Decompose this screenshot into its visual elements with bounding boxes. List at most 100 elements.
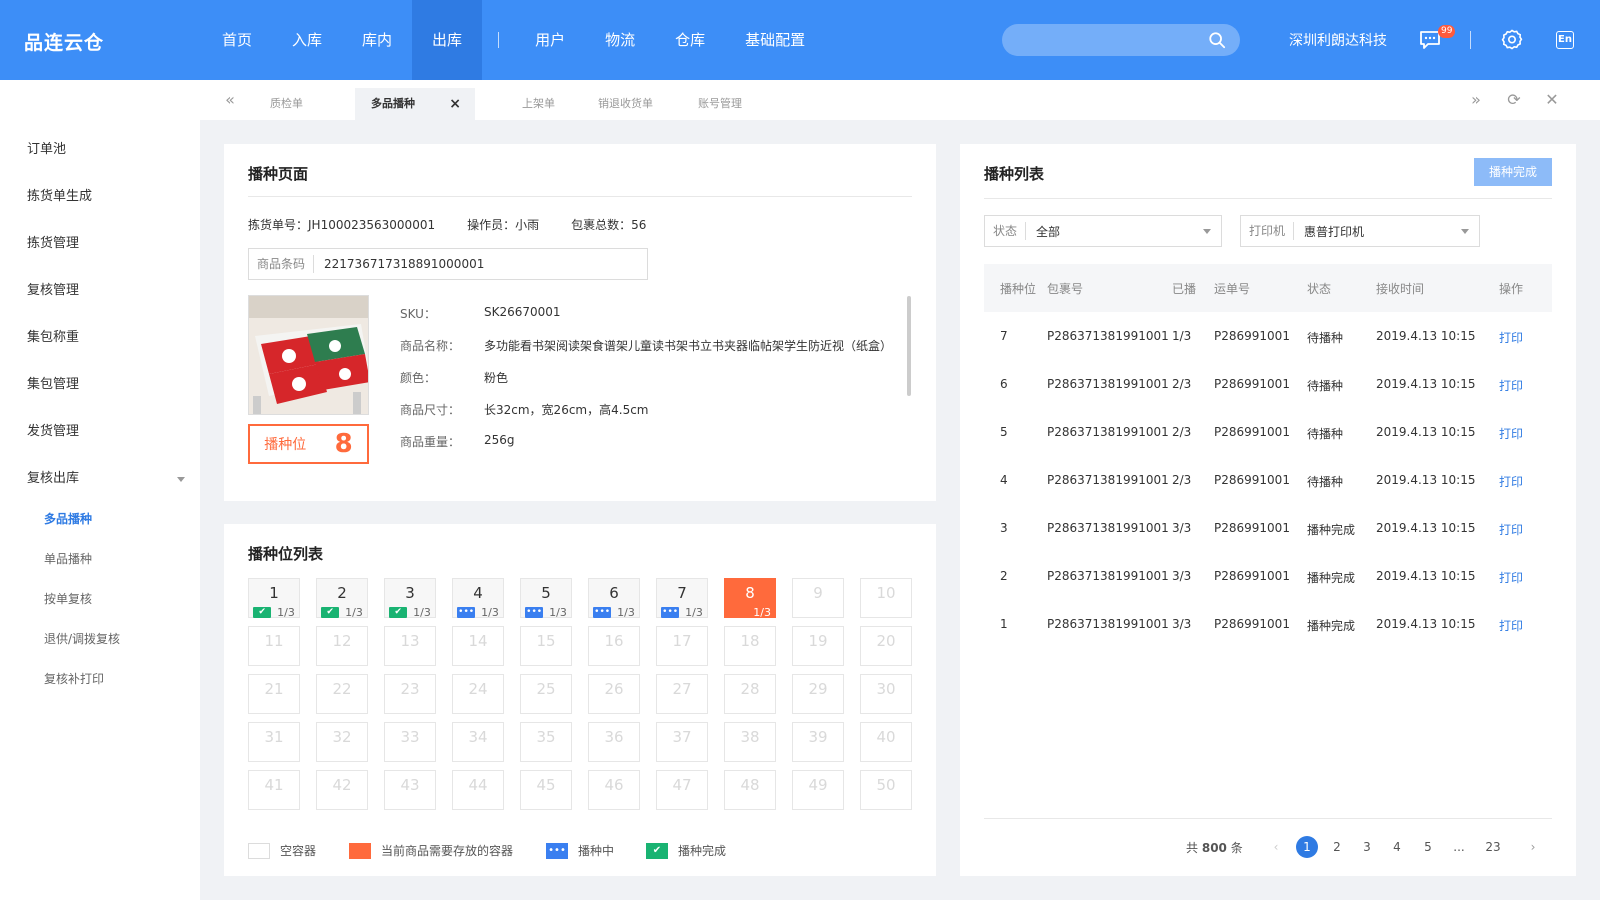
- slot-cell-empty[interactable]: 32: [316, 722, 368, 762]
- search-icon[interactable]: [1208, 31, 1226, 49]
- slot-cell-empty[interactable]: 50: [860, 770, 912, 810]
- slot-cell-empty[interactable]: 18: [724, 626, 776, 666]
- slot-cell-empty[interactable]: 39: [792, 722, 844, 762]
- nav-item-users[interactable]: 用户: [515, 0, 585, 80]
- pager-page[interactable]: 1: [1296, 836, 1318, 858]
- slot-cell-empty[interactable]: 44: [452, 770, 504, 810]
- sidebar-item-pick-manage[interactable]: 拣货管理: [27, 232, 79, 251]
- slot-cell-empty[interactable]: 34: [452, 722, 504, 762]
- slot-cell-empty[interactable]: 33: [384, 722, 436, 762]
- slot-cell-empty[interactable]: 15: [520, 626, 572, 666]
- slot-cell-doing[interactable]: 7 ••• 1/3: [656, 578, 708, 619]
- gear-icon[interactable]: [1501, 29, 1523, 51]
- slot-cell-empty[interactable]: 29: [792, 674, 844, 714]
- nav-item-config[interactable]: 基础配置: [725, 0, 825, 80]
- double-chevron-left-icon[interactable]: «: [220, 90, 240, 110]
- slot-cell-empty[interactable]: 31: [248, 722, 300, 762]
- sidebar-sub-order-review[interactable]: 按单复核: [44, 590, 92, 607]
- pager-page[interactable]: 5: [1417, 836, 1439, 858]
- slot-cell-empty[interactable]: 45: [520, 770, 572, 810]
- sidebar-item-review-outbound[interactable]: 复核出库: [27, 467, 79, 486]
- slot-cell-empty[interactable]: 9: [792, 578, 844, 618]
- print-link[interactable]: 打印: [1499, 377, 1523, 394]
- slot-cell-done[interactable]: 3 ✔ 1/3: [384, 578, 436, 619]
- tab-return-receipt[interactable]: 销退收货单: [598, 88, 653, 120]
- slot-cell-empty[interactable]: 36: [588, 722, 640, 762]
- close-all-icon[interactable]: ✕: [1542, 90, 1562, 110]
- print-link[interactable]: 打印: [1499, 521, 1523, 538]
- sidebar-item-order-pool[interactable]: 订单池: [27, 138, 66, 157]
- print-link[interactable]: 打印: [1499, 473, 1523, 490]
- slot-cell-empty[interactable]: 42: [316, 770, 368, 810]
- refresh-icon[interactable]: ⟳: [1504, 90, 1524, 110]
- chevron-left-icon[interactable]: ‹: [1265, 836, 1287, 858]
- app-logo[interactable]: 品连云仓: [24, 28, 104, 55]
- slot-cell-empty[interactable]: 27: [656, 674, 708, 714]
- slot-cell-empty[interactable]: 47: [656, 770, 708, 810]
- sidebar-item-pack-manage[interactable]: 集包管理: [27, 373, 79, 392]
- tab-multi-sow[interactable]: 多品播种 ×: [355, 88, 475, 120]
- nav-item-logistics[interactable]: 物流: [585, 0, 655, 80]
- slot-cell-empty[interactable]: 17: [656, 626, 708, 666]
- nav-item-inventory[interactable]: 库内: [342, 0, 412, 80]
- search-input[interactable]: [1002, 24, 1240, 56]
- slot-cell-empty[interactable]: 16: [588, 626, 640, 666]
- slot-cell-doing[interactable]: 4 ••• 1/3: [452, 578, 504, 619]
- slot-cell-empty[interactable]: 35: [520, 722, 572, 762]
- print-link[interactable]: 打印: [1499, 617, 1523, 634]
- slot-cell-empty[interactable]: 10: [860, 578, 912, 618]
- sidebar-sub-return-review[interactable]: 退供/调拨复核: [44, 630, 120, 647]
- sow-complete-button[interactable]: 播种完成: [1474, 158, 1552, 186]
- slot-cell-empty[interactable]: 37: [656, 722, 708, 762]
- slot-cell-empty[interactable]: 13: [384, 626, 436, 666]
- slot-cell-empty[interactable]: 30: [860, 674, 912, 714]
- barcode-field[interactable]: 商品条码 221736717318891000001: [248, 248, 648, 280]
- tab-qc[interactable]: 质检单: [270, 88, 303, 120]
- slot-cell-empty[interactable]: 26: [588, 674, 640, 714]
- slot-cell-empty[interactable]: 38: [724, 722, 776, 762]
- slot-cell-done[interactable]: 2 ✔ 1/3: [316, 578, 368, 619]
- slot-cell-empty[interactable]: 22: [316, 674, 368, 714]
- slot-cell-empty[interactable]: 46: [588, 770, 640, 810]
- nav-item-home[interactable]: 首页: [202, 0, 272, 80]
- slot-cell-empty[interactable]: 41: [248, 770, 300, 810]
- double-chevron-right-icon[interactable]: »: [1466, 90, 1486, 110]
- slot-cell-doing[interactable]: 6 ••• 1/3: [588, 578, 640, 619]
- tab-shelving[interactable]: 上架单: [522, 88, 555, 120]
- pager-page[interactable]: 2: [1326, 836, 1348, 858]
- printer-select[interactable]: 打印机 惠普打印机: [1240, 215, 1480, 247]
- sidebar-item-pack-weigh[interactable]: 集包称重: [27, 326, 79, 345]
- nav-item-outbound[interactable]: 出库: [412, 0, 483, 80]
- slot-cell-empty[interactable]: 24: [452, 674, 504, 714]
- pager-page[interactable]: 4: [1386, 836, 1408, 858]
- slot-cell-empty[interactable]: 11: [248, 626, 300, 666]
- sidebar-sub-reprint[interactable]: 复核补打印: [44, 670, 104, 687]
- tab-account[interactable]: 账号管理: [698, 88, 742, 120]
- chevron-down-icon[interactable]: [177, 477, 185, 482]
- slot-cell-current[interactable]: 8 1/3: [724, 578, 776, 619]
- slot-cell-empty[interactable]: 21: [248, 674, 300, 714]
- slot-cell-empty[interactable]: 20: [860, 626, 912, 666]
- slot-cell-doing[interactable]: 5 ••• 1/3: [520, 578, 572, 619]
- print-link[interactable]: 打印: [1499, 329, 1523, 346]
- slot-cell-empty[interactable]: 23: [384, 674, 436, 714]
- slot-cell-empty[interactable]: 49: [792, 770, 844, 810]
- nav-item-warehouse[interactable]: 仓库: [655, 0, 725, 80]
- nav-item-inbound[interactable]: 入库: [272, 0, 342, 80]
- slot-cell-empty[interactable]: 48: [724, 770, 776, 810]
- sidebar-item-pick-generate[interactable]: 拣货单生成: [27, 185, 92, 204]
- print-link[interactable]: 打印: [1499, 569, 1523, 586]
- slot-cell-empty[interactable]: 12: [316, 626, 368, 666]
- chevron-right-icon[interactable]: ›: [1522, 836, 1544, 858]
- slot-cell-empty[interactable]: 19: [792, 626, 844, 666]
- slot-cell-empty[interactable]: 40: [860, 722, 912, 762]
- barcode-input[interactable]: 221736717318891000001: [314, 257, 484, 271]
- close-icon[interactable]: ×: [449, 88, 461, 120]
- company-name[interactable]: 深圳利朗达科技: [1289, 30, 1387, 50]
- print-link[interactable]: 打印: [1499, 425, 1523, 442]
- slot-cell-empty[interactable]: 28: [724, 674, 776, 714]
- slot-cell-done[interactable]: 1 ✔ 1/3: [248, 578, 300, 619]
- slot-cell-empty[interactable]: 25: [520, 674, 572, 714]
- slot-cell-empty[interactable]: 43: [384, 770, 436, 810]
- sidebar-item-ship-manage[interactable]: 发货管理: [27, 420, 79, 439]
